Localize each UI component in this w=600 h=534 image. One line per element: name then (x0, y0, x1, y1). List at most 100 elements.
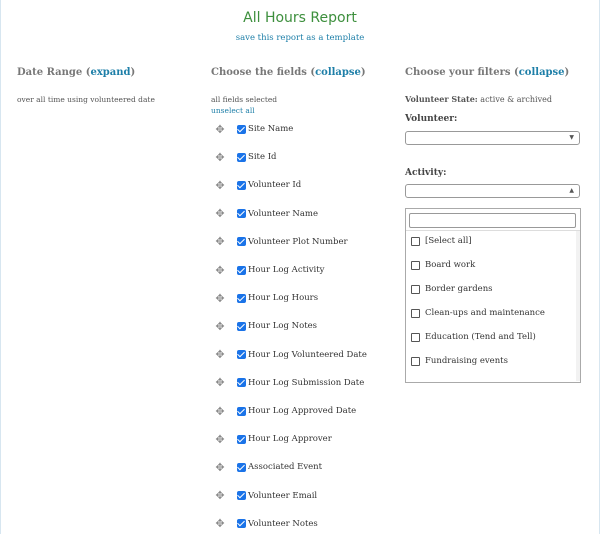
dropdown-divider (406, 230, 580, 231)
volunteer-state-label: Volunteer State: (405, 94, 478, 104)
field-label: Volunteer Name (248, 208, 318, 219)
activity-option[interactable]: Board work (411, 258, 475, 272)
page-frame-left (0, 0, 1, 534)
filters-heading: Choose your filters (collapse) (405, 67, 570, 78)
field-row: ✥ Volunteer Email (214, 488, 317, 504)
field-checkbox[interactable] (237, 462, 246, 472)
drag-handle-icon[interactable]: ✥ (214, 292, 226, 305)
option-label: [Select all] (425, 236, 472, 246)
save-template-link[interactable]: save this report as a template (0, 33, 600, 43)
field-label: Volunteer Id (248, 180, 302, 191)
option-checkbox[interactable] (411, 260, 420, 270)
drag-handle-icon[interactable]: ✥ (214, 348, 226, 361)
drag-handle-icon[interactable]: ✥ (214, 320, 226, 333)
field-checkbox[interactable] (237, 152, 246, 162)
drag-handle-icon[interactable]: ✥ (214, 517, 226, 530)
option-checkbox[interactable] (411, 332, 420, 342)
field-checkbox[interactable] (237, 265, 246, 275)
fields-status: all fields selected (211, 95, 278, 104)
caret-up-icon: ▲ (569, 187, 574, 194)
drag-handle-icon[interactable]: ✥ (214, 433, 226, 446)
drag-handle-icon[interactable]: ✥ (214, 461, 226, 474)
field-row: ✥ Volunteer Notes (214, 516, 318, 532)
drag-handle-icon[interactable]: ✥ (214, 235, 226, 248)
option-checkbox[interactable] (411, 236, 420, 246)
field-row: ✥ Associated Event (214, 459, 322, 475)
field-row: ✥ Hour Log Activity (214, 262, 324, 278)
field-row: ✥ Volunteer Plot Number (214, 234, 348, 250)
activity-dropdown: [Select all] Board work Border gardens Clea… (405, 208, 581, 383)
field-checkbox[interactable] (237, 434, 246, 444)
field-checkbox[interactable] (237, 350, 246, 360)
field-row: ✥ Hour Log Hours (214, 290, 318, 306)
field-row: ✥ Hour Log Approver (214, 431, 332, 447)
field-checkbox[interactable] (237, 406, 246, 416)
field-checkbox[interactable] (237, 293, 246, 303)
option-label: Education (Tend and Tell) (425, 332, 536, 342)
caret-down-icon: ▼ (569, 134, 574, 141)
field-checkbox[interactable] (237, 209, 246, 219)
activity-option[interactable]: [Select all] (411, 234, 472, 248)
activity-filter-label: Activity: (405, 168, 447, 178)
option-checkbox[interactable] (411, 284, 420, 294)
field-row: ✥ Volunteer Id (214, 177, 301, 193)
field-row: ✥ Site Name (214, 121, 293, 137)
field-checkbox[interactable] (237, 321, 246, 331)
volunteer-filter-label: Volunteer: (405, 114, 458, 124)
activity-option[interactable]: Education (Tend and Tell) (411, 330, 536, 344)
option-label: Fundraising events (425, 356, 508, 366)
drag-handle-icon[interactable]: ✥ (214, 207, 226, 220)
fields-heading-label: Choose the fields (211, 67, 307, 78)
date-range-expand-link[interactable]: expand (90, 67, 130, 78)
activity-search-input[interactable] (409, 213, 576, 228)
field-label: Volunteer Notes (248, 518, 318, 529)
option-checkbox[interactable] (411, 356, 420, 366)
field-label: Hour Log Hours (248, 293, 319, 304)
dropdown-scrollbar[interactable] (576, 231, 580, 381)
field-label: Volunteer Plot Number (248, 236, 348, 247)
option-label: Board work (425, 260, 476, 270)
report-title: All Hours Report (243, 10, 357, 26)
field-checkbox[interactable] (237, 237, 246, 247)
activity-option[interactable]: Border gardens (411, 282, 493, 296)
field-row: ✥ Volunteer Name (214, 206, 318, 222)
field-row: ✥ Hour Log Notes (214, 318, 317, 334)
drag-handle-icon[interactable]: ✥ (214, 489, 226, 502)
drag-handle-icon[interactable]: ✥ (214, 264, 226, 277)
field-row: ✥ Hour Log Approved Date (214, 403, 356, 419)
activity-option[interactable]: Fundraising events (411, 354, 508, 368)
option-label: Border gardens (425, 284, 493, 294)
activity-select[interactable]: ▲ (405, 184, 580, 198)
drag-handle-icon[interactable]: ✥ (214, 376, 226, 389)
option-checkbox[interactable] (411, 308, 420, 318)
field-label: Site Name (248, 124, 294, 134)
volunteer-state-value: active & archived (480, 95, 552, 104)
field-label: Site Id (248, 152, 277, 163)
field-label: Volunteer Email (248, 490, 318, 501)
field-checkbox[interactable] (237, 124, 246, 134)
volunteer-select[interactable]: ▼ (405, 131, 580, 145)
drag-handle-icon[interactable]: ✥ (214, 179, 226, 192)
option-label: Clean-ups and maintenance (425, 308, 545, 318)
fields-collapse-link[interactable]: collapse (315, 67, 361, 78)
field-row: ✥ Site Id (214, 149, 277, 165)
field-label: Hour Log Activity (248, 265, 325, 275)
field-label: Hour Log Notes (248, 321, 318, 332)
date-range-heading-label: Date Range (17, 67, 83, 78)
drag-handle-icon[interactable]: ✥ (214, 151, 226, 164)
date-range-heading: Date Range (expand) (17, 67, 136, 78)
unselect-all-link[interactable]: unselect all (211, 106, 255, 115)
field-checkbox[interactable] (237, 180, 246, 190)
drag-handle-icon[interactable]: ✥ (214, 123, 226, 136)
activity-option[interactable]: Clean-ups and maintenance (411, 306, 545, 320)
field-row: ✥ Hour Log Volunteered Date (214, 347, 366, 363)
fields-heading: Choose the fields (collapse) (211, 67, 366, 78)
field-label: Associated Event (248, 462, 323, 473)
field-label: Hour Log Approver (248, 434, 332, 445)
field-checkbox[interactable] (237, 519, 246, 529)
drag-handle-icon[interactable]: ✥ (214, 405, 226, 418)
field-checkbox[interactable] (237, 378, 246, 388)
field-checkbox[interactable] (237, 491, 246, 501)
filters-collapse-link[interactable]: collapse (519, 67, 565, 78)
filters-heading-label: Choose your filters (405, 67, 511, 78)
